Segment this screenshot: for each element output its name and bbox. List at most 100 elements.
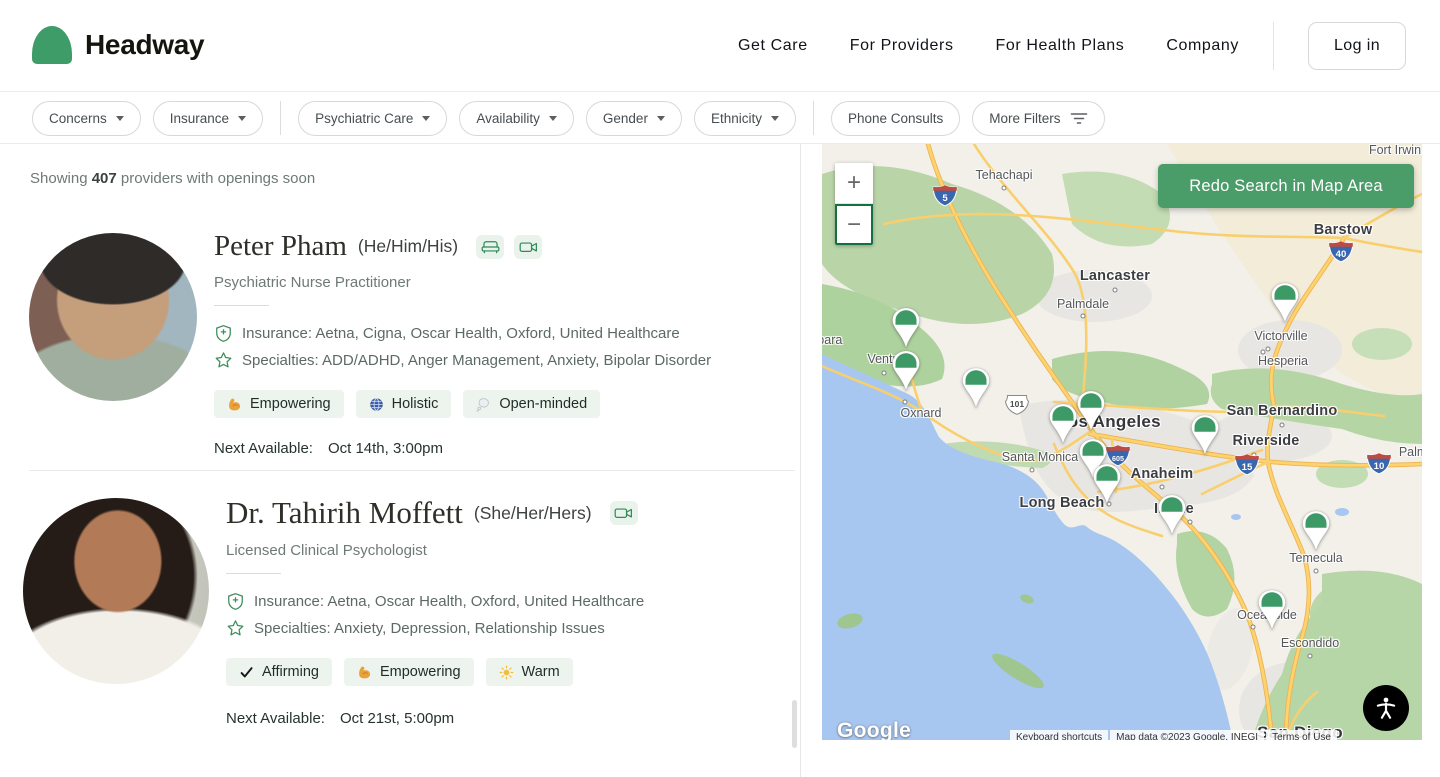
filter-pill-label: Phone Consults [847,110,944,126]
filter-pill-label: Gender [602,110,648,126]
filter-pill-label: Insurance [169,110,230,126]
zoom-out-button[interactable]: − [835,204,873,245]
next-available-row: Next Available: Oct 21st, 5:00pm [226,710,644,727]
insurance-text: Insurance: Aetna, Oscar Health, Oxford, … [254,593,645,610]
map-pin[interactable] [1191,414,1219,456]
map-attribution-bar: Keyboard shortcuts Map data ©2023 Google,… [1010,730,1337,740]
nav-divider [1273,22,1274,70]
map-pin[interactable] [892,350,920,392]
provider-card[interactable]: Peter Pham (He/Him/His) Psychiatric Nurse … [0,226,800,470]
filter-group-divider [280,101,282,135]
video-camera-badge [609,501,638,525]
thought-bubble-icon [476,397,491,412]
flex-muscle-icon [357,665,372,680]
filter-pill-ethnicity[interactable]: Ethnicity [693,100,796,136]
filter-pill-gender[interactable]: Gender [585,100,682,136]
attribution-map-data-2023-google-inegi: Map data ©2023 Google, INEGI [1110,730,1265,740]
specialties-star-icon [226,619,245,638]
attribution-keyboard-shortcuts[interactable]: Keyboard shortcuts [1010,730,1109,740]
chevron-down-icon [238,115,247,121]
filter-pill-more-filters[interactable]: More Filters [972,100,1105,136]
tag-open-minded: Open-minded [463,390,601,418]
filter-pill-psychiatric-care[interactable]: Psychiatric Care [298,100,448,136]
map-pin[interactable] [1258,589,1286,631]
results-count-line: Showing 407 providers with openings soon [30,170,316,187]
map-pin[interactable] [1158,494,1186,536]
headway-provider-search-page: Headway Get Care For Providers For Health … [0,0,1440,777]
nav-link-get-care[interactable]: Get Care [738,37,808,55]
map-pin[interactable] [962,367,990,409]
tag-warm: Warm [485,658,573,686]
nav-link-for-health-plans[interactable]: For Health Plans [996,37,1125,55]
specialties-text: Specialties: ADD/ADHD, Anger Management,… [242,352,712,369]
provider-info: Dr. Tahirih Moffett (She/Her/Hers) License… [226,495,644,727]
next-available-row: Next Available: Oct 14th, 3:00pm [214,440,711,457]
tag-label: Empowering [250,396,331,412]
zoom-in-button[interactable]: + [835,163,873,204]
insurance-row: Insurance: Aetna, Cigna, Oscar Health, O… [214,324,711,343]
title-divider [214,305,269,306]
accessibility-button[interactable] [1363,685,1409,731]
nav-link-for-providers[interactable]: For Providers [850,37,954,55]
provider-list: Showing 407 providers with openings soon… [0,144,800,777]
google-logo[interactable]: Google [837,719,911,740]
map-pin[interactable] [1049,403,1077,445]
specialties-text: Specialties: Anxiety, Depression, Relati… [254,620,605,637]
login-button[interactable]: Log in [1308,22,1406,70]
chevron-down-icon [422,115,431,121]
tag-empowering: Empowering [214,390,344,418]
map-pin[interactable] [1302,510,1330,552]
attribution-terms-of-use[interactable]: Terms of Use [1266,730,1337,740]
flex-muscle-icon [227,397,242,412]
filter-pill-insurance[interactable]: Insurance [152,100,264,136]
filter-pill-label: Psychiatric Care [315,110,414,126]
tag-affirming: Affirming [226,658,332,686]
map-pin[interactable] [892,307,920,349]
provider-photo[interactable] [23,498,209,684]
video-camera-badge [514,234,543,259]
provider-badges [476,234,543,259]
filter-pill-phone-consults[interactable]: Phone Consults [830,100,961,136]
provider-title: Psychiatric Nurse Practitioner [214,274,411,291]
chevron-down-icon [770,115,779,121]
chevron-down-icon [115,115,124,121]
provider-name: Peter Pham [214,230,347,262]
provider-name-row: Peter Pham (He/Him/His) [214,230,711,263]
headway-wordmark: Headway [85,29,205,60]
google-map[interactable]: Fort Irwin Tehachapi Barstow Lancaster Palmd… [822,144,1422,740]
insurance-shield-icon [226,592,245,611]
tag-label: Warm [521,664,560,680]
tag-empowering: Empowering [343,658,474,686]
headway-logo[interactable]: Headway [32,26,205,64]
filter-lines-icon [1070,112,1088,125]
nav-link-company[interactable]: Company [1166,37,1239,55]
specialties-row: Specialties: ADD/ADHD, Anger Management,… [214,351,711,370]
list-scrollbar-thumb[interactable] [792,700,797,748]
insurance-text: Insurance: Aetna, Cigna, Oscar Health, O… [242,325,680,342]
provider-title: Licensed Clinical Psychologist [226,542,427,559]
nav-links: Get Care For Providers For Health Plans Com… [738,0,1406,92]
map-zoom-control: + − [835,163,873,245]
map-pin[interactable] [1271,282,1299,324]
globe-icon [369,397,384,412]
filter-bar: Concerns Insurance Psychiatric Care Availab… [0,93,1440,144]
tag-holistic: Holistic [355,390,452,418]
armchair-badge [476,234,505,259]
filter-pill-availability[interactable]: Availability [459,100,574,136]
provider-photo[interactable] [29,233,197,401]
headway-arch-icon [32,26,72,64]
provider-pronouns: (She/Her/Hers) [473,502,592,523]
filter-pill-concerns[interactable]: Concerns [32,100,141,136]
insurance-shield-icon [214,324,233,343]
filter-pill-label: Ethnicity [710,110,762,126]
provider-card[interactable]: Dr. Tahirih Moffett (She/Her/Hers) License… [23,470,795,777]
map-pin[interactable] [1093,463,1121,505]
filter-pill-label: Concerns [49,110,107,126]
next-available-label: Next Available: [214,440,313,457]
sun-icon [499,665,514,680]
redo-search-button[interactable]: Redo Search in Map Area [1158,164,1414,208]
map-pin[interactable] [1077,390,1105,432]
video-camera-icon [518,238,539,256]
filter-pill-label: More Filters [989,110,1061,126]
filter-group-divider [812,101,814,135]
